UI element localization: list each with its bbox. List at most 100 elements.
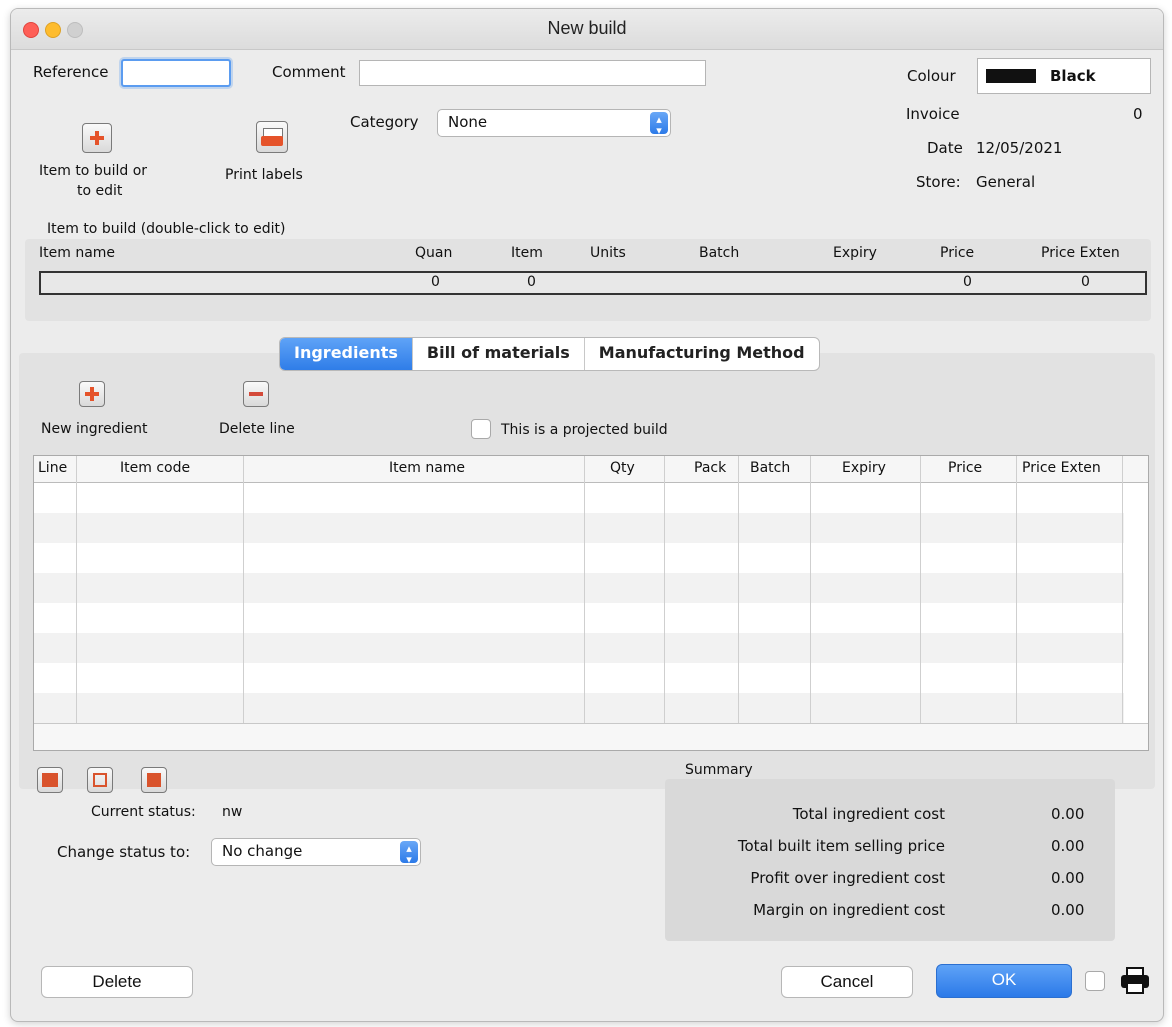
reference-input[interactable] xyxy=(121,59,231,87)
store-value: General xyxy=(976,173,1036,191)
document-import-icon xyxy=(93,773,107,787)
column-divider xyxy=(243,456,244,724)
category-select[interactable]: None ▴ ▾ xyxy=(437,109,671,137)
col-item-name: Item name xyxy=(389,460,466,476)
window-title: New build xyxy=(547,18,627,38)
store-label: Store: xyxy=(916,173,961,191)
col-qty: Qty xyxy=(610,460,635,476)
item-to-build-button[interactable] xyxy=(82,123,112,153)
col-price-exten: Price Exten xyxy=(1022,460,1101,476)
col-batch: Batch xyxy=(750,460,791,476)
print-labels-button[interactable] xyxy=(256,121,288,153)
build-price-exten: 0 xyxy=(1081,274,1090,290)
comment-input[interactable] xyxy=(359,60,706,86)
col-expiry: Expiry xyxy=(833,245,877,261)
print-on-save-checkbox[interactable] xyxy=(1085,971,1105,991)
printer-icon[interactable] xyxy=(1119,966,1151,996)
colour-label: Colour xyxy=(907,67,956,85)
summary-row-value: 0.00 xyxy=(1051,805,1085,823)
item-to-build-section-label: Item to build (double-click to edit) xyxy=(47,221,286,237)
title-bar: New build xyxy=(11,9,1163,50)
ok-button[interactable]: OK xyxy=(936,964,1072,998)
print-labels-label: Print labels xyxy=(225,167,303,183)
col-price: Price xyxy=(940,245,975,261)
summary-row-label: Total ingredient cost xyxy=(792,805,945,823)
ingredients-table-header: Line Item code Item name Qty Pack Batch … xyxy=(34,456,1148,483)
minus-icon xyxy=(249,392,263,396)
column-divider xyxy=(1016,456,1017,724)
delete-line-button[interactable] xyxy=(243,381,269,407)
col-price: Price xyxy=(948,460,983,476)
change-status-label: Change status to: xyxy=(57,843,191,861)
projected-build-label: This is a projected build xyxy=(501,422,668,438)
item-to-build-label-1: Item to build or xyxy=(39,163,148,179)
edit-icon xyxy=(147,773,161,787)
comment-label: Comment xyxy=(272,63,346,81)
item-to-build-panel: Item name Quan Item Units Batch Expiry P… xyxy=(25,239,1151,321)
column-divider xyxy=(1122,456,1123,724)
move-up-button[interactable] xyxy=(37,767,63,793)
column-divider xyxy=(810,456,811,724)
column-divider xyxy=(738,456,739,724)
table-row[interactable] xyxy=(34,603,1124,633)
plus-icon-stroke xyxy=(90,387,94,401)
col-expiry: Expiry xyxy=(842,460,886,476)
new-ingredient-button[interactable] xyxy=(79,381,105,407)
build-quan: 0 xyxy=(431,274,440,290)
reference-label: Reference xyxy=(33,63,109,81)
date-label: Date xyxy=(927,139,963,157)
new-build-window: New build Reference Comment Colour Black… xyxy=(10,8,1164,1022)
chevron-updown-icon: ▴ ▾ xyxy=(650,112,668,136)
col-pack: Pack xyxy=(694,460,727,476)
arrow-import-icon xyxy=(42,773,58,787)
summary-row-value: 0.00 xyxy=(1051,869,1085,887)
col-quan: Quan xyxy=(415,245,453,261)
build-item: 0 xyxy=(527,274,536,290)
build-item-row[interactable]: 0 0 0 0 xyxy=(39,271,1147,295)
summary-row-label: Total built item selling price xyxy=(737,837,945,855)
summary-row-label: Profit over ingredient cost xyxy=(750,869,945,887)
column-divider xyxy=(664,456,665,724)
change-status-value: No change xyxy=(222,842,303,860)
category-label: Category xyxy=(350,113,419,131)
summary-row-label: Margin on ingredient cost xyxy=(753,901,945,919)
tab-bar: Ingredients Bill of materials Manufactur… xyxy=(279,337,820,371)
tab-bill-of-materials[interactable]: Bill of materials xyxy=(413,338,585,370)
item-to-build-label-2: to edit xyxy=(77,183,123,199)
column-divider xyxy=(76,456,77,724)
invoice-label: Invoice xyxy=(906,105,960,123)
table-row[interactable] xyxy=(34,663,1124,693)
projected-build-checkbox[interactable] xyxy=(471,419,491,439)
build-price: 0 xyxy=(963,274,972,290)
col-line: Line xyxy=(38,460,68,476)
summary-title: Summary xyxy=(685,762,753,778)
date-value: 12/05/2021 xyxy=(976,139,1063,157)
tab-ingredients[interactable]: Ingredients xyxy=(280,338,413,370)
colour-value: Black xyxy=(1050,67,1096,85)
table-row[interactable] xyxy=(34,483,1124,513)
cancel-button[interactable]: Cancel xyxy=(781,966,913,998)
table-row[interactable] xyxy=(34,693,1124,723)
summary-row-value: 0.00 xyxy=(1051,901,1085,919)
col-item-name: Item name xyxy=(39,245,116,261)
colour-picker[interactable]: Black xyxy=(977,58,1151,94)
table-footer-scrollbar[interactable] xyxy=(34,723,1148,750)
delete-button[interactable]: Delete xyxy=(41,966,193,998)
edit-button[interactable] xyxy=(141,767,167,793)
current-status-value: nw xyxy=(222,804,243,820)
new-ingredient-label: New ingredient xyxy=(41,421,148,437)
table-row[interactable] xyxy=(34,573,1124,603)
ingredients-table[interactable]: Line Item code Item name Qty Pack Batch … xyxy=(33,455,1149,751)
col-units: Units xyxy=(590,245,626,261)
col-price-exten: Price Exten xyxy=(1041,245,1120,261)
table-row[interactable] xyxy=(34,513,1124,543)
change-status-select[interactable]: No change ▴ ▾ xyxy=(211,838,421,866)
tab-manufacturing-method[interactable]: Manufacturing Method xyxy=(585,338,819,370)
column-divider xyxy=(920,456,921,724)
col-item-code: Item code xyxy=(120,460,191,476)
category-value: None xyxy=(448,113,488,131)
import-button[interactable] xyxy=(87,767,113,793)
delete-line-label: Delete line xyxy=(219,421,295,437)
table-row[interactable] xyxy=(34,633,1124,663)
table-row[interactable] xyxy=(34,543,1124,573)
